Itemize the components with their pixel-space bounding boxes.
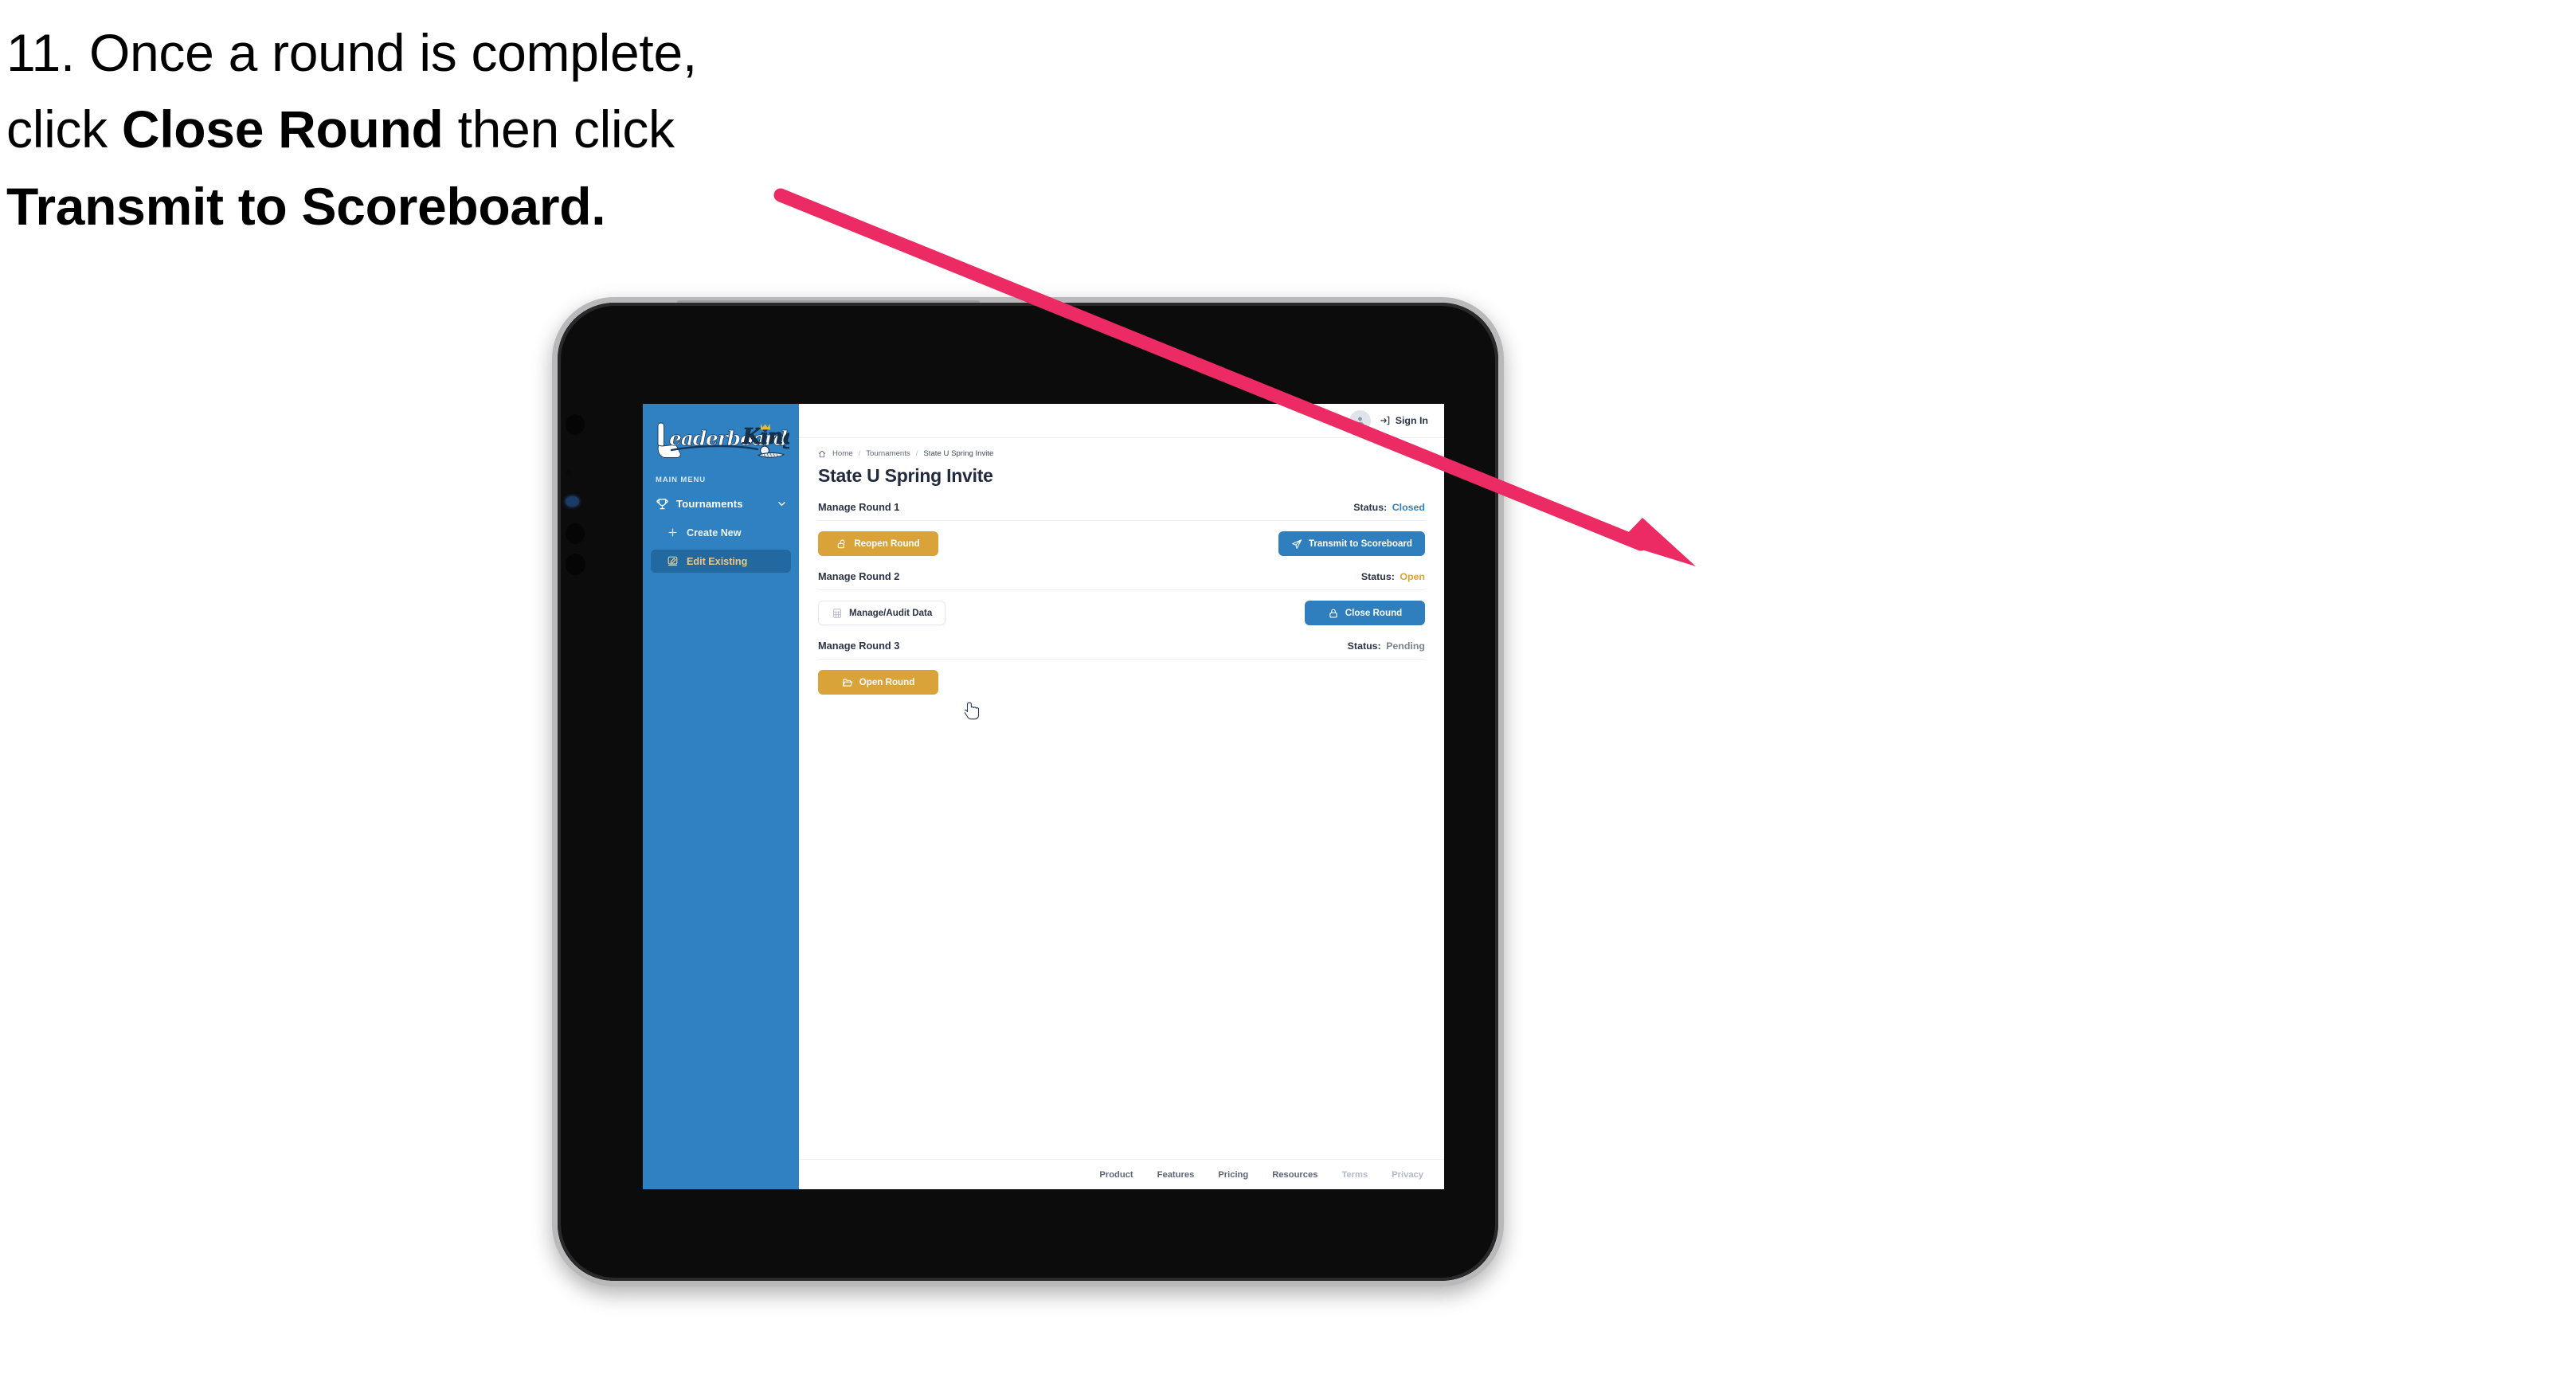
round-1-status-label: Status: (1353, 502, 1388, 513)
breadcrumb-item-tournaments[interactable]: Tournaments (866, 449, 910, 458)
footer-link-privacy[interactable]: Privacy (1392, 1170, 1423, 1180)
sidebar-section-label: MAIN MENU (656, 476, 706, 484)
manage-audit-data-button[interactable]: Manage/Audit Data (818, 601, 946, 625)
footer-link-resources[interactable]: Resources (1272, 1170, 1317, 1180)
sidebar-item-tournaments[interactable]: Tournaments (643, 491, 799, 515)
tablet-side-button-1 (566, 414, 585, 435)
breadcrumb: Home / Tournaments / State U Spring Invi… (818, 449, 1425, 458)
round-2-divider (818, 589, 1425, 590)
breadcrumb-separator-1: / (858, 449, 861, 458)
close-round-label: Close Round (1345, 608, 1403, 618)
round-1-status-value: Closed (1392, 502, 1425, 513)
round-2-header: Manage Round 2 Status: Open (818, 570, 1425, 582)
reopen-round-label: Reopen Round (854, 538, 920, 549)
round-1-divider (818, 520, 1425, 521)
sidebar-item-create-new-label: Create New (687, 527, 742, 538)
caption-line2-pre: click (6, 100, 122, 159)
home-icon[interactable] (818, 450, 826, 458)
round-3-status: Status: Pending (1348, 640, 1425, 652)
round-3-status-value: Pending (1386, 640, 1425, 652)
round-block-1: Manage Round 1 Status: Closed Reopen Rou… (818, 501, 1425, 556)
top-bar: Sign In (799, 404, 1444, 438)
footer-link-features[interactable]: Features (1157, 1170, 1195, 1180)
tablet-side-dot-2 (566, 469, 572, 476)
transmit-to-scoreboard-button[interactable]: Transmit to Scoreboard (1278, 531, 1425, 556)
round-block-2: Manage Round 2 Status: Open Manage/Audit… (818, 570, 1425, 625)
tablet-screen: eaderboard King MAIN (643, 404, 1444, 1189)
instruction-caption: 11. Once a round is complete, click Clos… (6, 14, 851, 245)
page-title: State U Spring Invite (818, 465, 993, 486)
footer-link-pricing[interactable]: Pricing (1218, 1170, 1248, 1180)
sign-in-icon (1380, 416, 1389, 425)
round-2-actions: Manage/Audit Data Close Round (818, 601, 1425, 625)
table-grid-icon (833, 608, 841, 618)
open-round-button[interactable]: Open Round (818, 670, 938, 695)
round-3-name: Manage Round 3 (818, 640, 900, 652)
footer-link-terms[interactable]: Terms (1341, 1170, 1368, 1180)
round-2-status-label: Status: (1360, 571, 1395, 582)
trophy-icon (656, 498, 668, 509)
caption-line2-bold: Close Round (121, 100, 444, 159)
round-1-header: Manage Round 1 Status: Closed (818, 501, 1425, 513)
send-icon (1291, 538, 1302, 549)
round-block-3: Manage Round 3 Status: Pending Open Roun… (818, 640, 1425, 695)
avatar[interactable] (1349, 409, 1371, 432)
caption-line-1: 11. Once a round is complete, (6, 23, 697, 82)
footer-link-product[interactable]: Product (1099, 1170, 1133, 1180)
round-2-status: Status: Open (1361, 571, 1425, 582)
tablet-led-indicator (566, 496, 579, 507)
main-content: Sign In Home / Tournaments / State U Spr… (799, 404, 1444, 1189)
tablet-speaker-grill (677, 300, 980, 304)
round-3-status-label: Status: (1347, 640, 1381, 652)
pencil-square-icon (667, 556, 678, 566)
tablet-side-button-3 (566, 554, 585, 575)
transmit-to-scoreboard-label: Transmit to Scoreboard (1308, 538, 1412, 549)
tablet-device-frame: eaderboard King MAIN (552, 297, 1504, 1286)
folder-open-icon (842, 678, 853, 687)
breadcrumb-item-home[interactable]: Home (832, 449, 853, 458)
breadcrumb-separator-2: / (915, 449, 918, 458)
round-3-divider (818, 659, 1425, 660)
content-area: Home / Tournaments / State U Spring Invi… (799, 438, 1444, 1159)
sign-in-label: Sign In (1395, 415, 1428, 426)
lock-icon (1329, 609, 1337, 618)
breadcrumb-item-current: State U Spring Invite (923, 449, 994, 458)
round-1-actions: Reopen Round Transmit to Scoreboard (818, 531, 1425, 556)
round-1-name: Manage Round 1 (818, 501, 900, 513)
sidebar: eaderboard King MAIN (643, 404, 980, 1189)
leaderboardking-logo-icon: eaderboard King (657, 422, 789, 458)
round-2-status-value: Open (1400, 571, 1425, 582)
manage-audit-data-label: Manage/Audit Data (849, 608, 933, 618)
mouse-cursor-pointer (965, 702, 980, 720)
round-3-header: Manage Round 3 Status: Pending (818, 640, 1425, 652)
caption-line2-post: then click (443, 100, 675, 159)
caption-line-3: Transmit to Scoreboard. (6, 176, 606, 236)
unlock-icon (838, 538, 845, 548)
round-2-name: Manage Round 2 (818, 570, 900, 582)
footer: Product Features Pricing Resources Terms… (799, 1159, 1444, 1189)
brand-logo[interactable]: eaderboard King (643, 404, 799, 464)
user-avatar-icon (1356, 417, 1364, 425)
open-round-label: Open Round (859, 677, 915, 687)
chevron-down-icon[interactable] (776, 498, 788, 510)
tablet-side-button-2 (566, 523, 585, 544)
sign-in-button[interactable]: Sign In (1380, 415, 1428, 426)
round-1-status: Status: Closed (1353, 502, 1425, 513)
plus-icon (668, 528, 677, 537)
close-round-button[interactable]: Close Round (1305, 601, 1425, 625)
sidebar-item-edit-existing[interactable]: Edit Existing (651, 550, 791, 573)
sidebar-item-tournaments-label: Tournaments (676, 497, 743, 510)
caption-line-2: click Close Round then click (6, 91, 851, 167)
round-3-actions: Open Round (818, 670, 1425, 695)
reopen-round-button[interactable]: Reopen Round (818, 531, 938, 556)
sidebar-item-edit-existing-label: Edit Existing (687, 555, 748, 567)
sidebar-item-create-new[interactable]: Create New (651, 521, 791, 544)
